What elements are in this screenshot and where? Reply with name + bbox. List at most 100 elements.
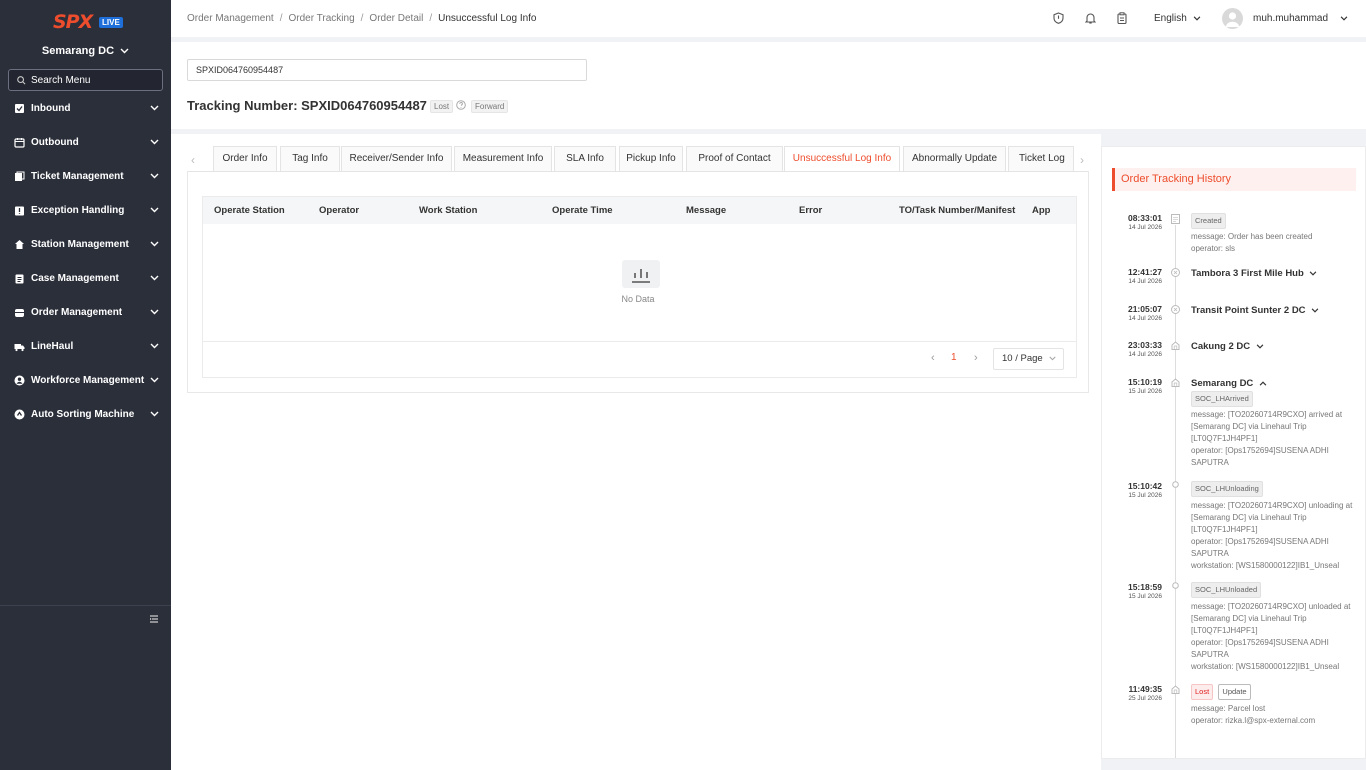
sidebar-item-label: Auto Sorting Machine [31, 408, 135, 420]
station-selector[interactable]: Semarang DC [0, 45, 171, 57]
warehouse-icon [1171, 341, 1180, 350]
event-line: workstation: [WS1580000122]IB1_Unseal [1191, 561, 1340, 570]
breadcrumb-order-tracking[interactable]: Order Tracking [289, 13, 355, 24]
chevron-down-icon [1311, 308, 1319, 313]
tabs-prev-icon[interactable]: ‹ [191, 153, 195, 167]
chevron-down-icon [120, 45, 129, 57]
event-details: message: [TO20260714R9CXO] unloaded at [… [1191, 601, 1356, 673]
event-body: SOC_LHUnloading [1191, 481, 1356, 497]
event-location[interactable]: Cakung 2 DC [1191, 341, 1264, 352]
event-location[interactable]: Tambora 3 First Mile Hub [1191, 268, 1317, 279]
sidebar-item-case-management[interactable]: Case Management [0, 261, 171, 295]
chevron-down-icon [150, 171, 159, 182]
user-menu[interactable]: muh.muhammad [1253, 13, 1348, 24]
event-line: operator: [Ops1752694]SUSENA ADHI [1191, 537, 1329, 546]
sidebar-item-inbound[interactable]: Inbound [0, 91, 171, 125]
page-size-select[interactable]: 10 / Page [993, 348, 1064, 370]
tab-order-info[interactable]: Order Info [213, 146, 277, 171]
page-title: Tracking Number: SPXID064760954487 [187, 98, 427, 113]
tracking-number-input[interactable]: SPXID064760954487 [187, 59, 587, 81]
avatar[interactable] [1222, 8, 1243, 29]
breadcrumb-order-management[interactable]: Order Management [187, 13, 274, 24]
inbound-icon [15, 103, 24, 113]
chevron-down-icon [150, 375, 159, 386]
tab-proof-of-contact[interactable]: Proof of Contact [686, 146, 783, 171]
prev-page-icon[interactable]: ‹ [931, 352, 935, 364]
tab-pickup-info[interactable]: Pickup Info [619, 146, 683, 171]
sidebar-item-label: Outbound [31, 136, 79, 148]
sidebar-item-ticket-management[interactable]: Ticket Management [0, 159, 171, 193]
search-icon [17, 75, 26, 84]
tab-tag-info[interactable]: Tag Info [280, 146, 340, 171]
event-tag: SOC_LHUnloading [1191, 481, 1263, 497]
truck-icon [14, 343, 25, 351]
sidebar-item-label: Ticket Management [31, 170, 124, 182]
case-icon [15, 274, 24, 283]
sidebar-item-label: Exception Handling [31, 204, 125, 216]
sidebar-item-order-management[interactable]: Order Management [0, 295, 171, 329]
event-time: 23:03:33 [1127, 340, 1162, 350]
sidebar-item-workforce-management[interactable]: Workforce Management [0, 363, 171, 397]
tab-ticket-log[interactable]: Ticket Log [1008, 146, 1074, 171]
detail-tabs: ‹ Order Info Tag Info Receiver/Sender In… [187, 146, 1092, 172]
language-selector[interactable]: English [1154, 13, 1201, 24]
event-line: [Semarang DC] via Linehaul Trip [1191, 614, 1307, 623]
column-header: Message [686, 205, 727, 216]
chevron-down-icon [1340, 16, 1348, 21]
menu-search-input[interactable]: Search Menu [8, 69, 163, 91]
bell-icon[interactable] [1084, 12, 1097, 27]
event-location[interactable]: Transit Point Sunter 2 DC [1191, 305, 1319, 316]
sidebar-item-linehaul[interactable]: LineHaul [0, 329, 171, 363]
username: muh.muhammad [1253, 13, 1329, 24]
sidebar-item-label: Order Management [31, 306, 123, 318]
event-body: SOC_LHArrived [1191, 391, 1356, 407]
sidebar-divider [0, 605, 171, 606]
chevron-down-icon [150, 205, 159, 216]
update-button[interactable]: Update [1218, 684, 1251, 700]
event-line: SAPUTRA [1191, 650, 1229, 659]
lost-tag: Lost [1191, 684, 1214, 700]
event-details: message: Parcel lost operator: rizka.l@s… [1191, 703, 1356, 727]
chevron-down-icon [150, 307, 159, 318]
collapse-menu-icon[interactable] [149, 614, 159, 627]
page-number[interactable]: 1 [951, 352, 957, 363]
event-line: operator: rizka.l@spx-external.com [1191, 716, 1316, 725]
hub-icon [1171, 305, 1180, 314]
breadcrumb-current: Unsuccessful Log Info [438, 13, 537, 24]
sidebar-item-exception-handling[interactable]: Exception Handling [0, 193, 171, 227]
sidebar-item-auto-sorting-machine[interactable]: Auto Sorting Machine [0, 397, 171, 431]
event-location[interactable]: Semarang DC [1191, 378, 1267, 389]
outbound-icon [14, 137, 25, 148]
tabs-next-icon[interactable]: › [1080, 153, 1084, 167]
event-date: 15 Jul 2026 [1128, 388, 1162, 395]
event-location-name: Semarang DC [1191, 378, 1254, 389]
event-time: 15:18:59 [1127, 582, 1162, 592]
event-line: message: Parcel lost [1191, 704, 1266, 713]
event-date: 14 Jul 2026 [1128, 351, 1162, 358]
event-line: operator: [Ops1752694]SUSENA ADHI [1191, 638, 1329, 647]
table-header: Operate Station Operator Work Station Op… [203, 197, 1076, 224]
event-line: message: [TO20260714R9CXO] arrived at [1191, 410, 1343, 419]
tab-receiver-sender-info[interactable]: Receiver/Sender Info [341, 146, 452, 171]
sidebar-item-label: Inbound [31, 102, 71, 114]
tab-sla-info[interactable]: SLA Info [554, 146, 616, 171]
tab-abnormally-update[interactable]: Abnormally Update [903, 146, 1006, 171]
next-page-icon[interactable]: › [974, 352, 978, 364]
help-icon[interactable] [456, 100, 466, 113]
sidebar-item-station-management[interactable]: Station Management [0, 227, 171, 261]
clipboard-icon[interactable] [1117, 12, 1127, 27]
spx-logo[interactable]: SPX LIVE [53, 11, 123, 33]
breadcrumb-order-detail[interactable]: Order Detail [369, 13, 423, 24]
direction-badge: Forward [471, 100, 509, 113]
column-header: Operate Time [552, 205, 613, 216]
sidebar: SPX LIVE Semarang DC Search Menu Inbound… [0, 0, 171, 770]
tab-unsuccessful-log-info[interactable]: Unsuccessful Log Info [784, 146, 900, 171]
event-date: 14 Jul 2026 [1128, 224, 1162, 231]
event-line: message: [TO20260714R9CXO] unloaded at [1191, 602, 1351, 611]
breadcrumb-separator: / [279, 13, 283, 24]
shield-icon[interactable] [1053, 12, 1064, 27]
tab-measurement-info[interactable]: Measurement Info [454, 146, 552, 171]
sidebar-item-outbound[interactable]: Outbound [0, 125, 171, 159]
sidebar-item-label: Workforce Management [31, 374, 145, 386]
title-prefix: Tracking Number: [187, 98, 302, 113]
